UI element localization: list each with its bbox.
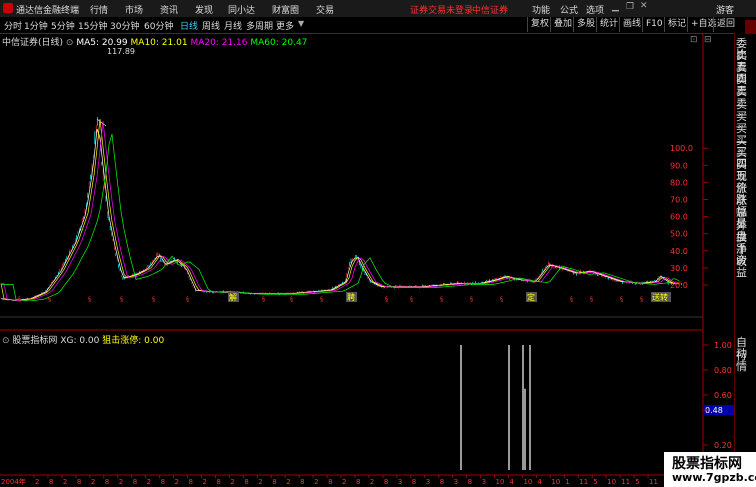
indicator-settings-icon[interactable]: ⊙ (2, 336, 10, 346)
xaxis-tick-label: 11 (649, 478, 658, 486)
xaxis-tick-label: 1 (565, 478, 569, 486)
event-label: 定 (527, 292, 535, 302)
xaxis-tick-label: 2 (314, 478, 318, 486)
indicator-tick-label: 1.00 (714, 341, 732, 350)
indicator-name[interactable]: 股票指标网 (12, 336, 57, 346)
event-label: 聘 (347, 292, 355, 302)
auto-quote-button[interactable]: 行情 (736, 350, 756, 372)
event-marker: § (640, 296, 643, 303)
xaxis-tick-label: 8 (49, 478, 53, 486)
xaxis-tick-label: 3 (454, 478, 458, 486)
xaxis-tick-label: 2 (175, 478, 179, 486)
ma5-line (0, 128, 679, 301)
price-tick-label: 70.0 (670, 196, 688, 205)
watermark: 股票指标网 www.7gpzb.com (664, 452, 756, 487)
xaxis-tick-label: 8 (300, 478, 304, 486)
event-marker: § (570, 296, 573, 303)
xaxis-tick-label: 2 (370, 478, 374, 486)
peak-pointer (96, 118, 107, 127)
event-marker: § (152, 296, 155, 303)
xaxis-tick-label: 2 (147, 478, 151, 486)
xaxis-tick-label: 2 (230, 478, 234, 486)
watermark-title: 股票指标网 (672, 456, 742, 472)
xaxis-tick-label: 8 (272, 478, 276, 486)
event-marker: § (186, 296, 189, 303)
xaxis-tick-label: 8 (161, 478, 165, 486)
xaxis-tick-label: 2 (286, 478, 290, 486)
xaxis-start-label: 2004年 (1, 477, 26, 486)
xaxis-tick-label: 2 (119, 478, 123, 486)
xaxis-tick-label: 11 (579, 478, 588, 486)
xaxis-tick-label: 8 (244, 478, 248, 486)
price-tick-label: 90.0 (670, 161, 688, 170)
event-marker: § (500, 296, 503, 303)
indicator-tick-label: 0.20 (714, 441, 732, 450)
indicator-tick-label: 0.80 (714, 366, 732, 375)
event-marker: § (18, 296, 21, 303)
indicator-tick-label: 0.60 (714, 391, 732, 400)
peak-price-label: 117.89 (107, 47, 135, 56)
price-tick-label: 50.0 (670, 230, 688, 239)
price-tick-label: 60.0 (670, 213, 688, 222)
indicator-zj: 狙击涨停: 0.00 (102, 336, 165, 346)
ma60-line (1, 134, 680, 302)
xaxis-tick-label: 8 (105, 478, 109, 486)
xaxis-tick-label: 8 (384, 478, 388, 486)
price-tick-label: 40.0 (670, 247, 688, 256)
event-marker: § (262, 296, 265, 303)
event-marker: § (620, 296, 623, 303)
xaxis-tick-label: 3 (426, 478, 430, 486)
xaxis-tick-label: 4 (509, 478, 514, 486)
xaxis-tick-label: 2 (91, 478, 95, 486)
event-marker: § (470, 296, 473, 303)
xaxis-tick-label: 8 (189, 478, 193, 486)
event-marker: § (290, 296, 293, 303)
xaxis-tick-label: 2 (35, 478, 39, 486)
xaxis-tick-label: 5 (635, 478, 639, 486)
xaxis-tick-label: 10 (607, 478, 616, 486)
event-marker: § (590, 296, 593, 303)
event-label: 解 (229, 292, 237, 302)
event-marker: § (88, 296, 91, 303)
event-label: 送转 (652, 292, 668, 302)
xaxis-tick-label: 10 (551, 478, 560, 486)
xaxis-tick-label: 8 (216, 478, 220, 486)
indicator-xg: XG: 0.00 (60, 336, 100, 346)
event-marker: § (385, 296, 388, 303)
event-marker: § (120, 296, 123, 303)
xaxis-tick-label: 8 (133, 478, 137, 486)
xaxis-tick-label: 5 (593, 478, 597, 486)
xaxis-tick-label: 3 (482, 478, 486, 486)
xaxis-tick-label: 8 (468, 478, 472, 486)
xaxis-tick-label: 8 (356, 478, 360, 486)
xaxis-tick-label: 4 (537, 478, 542, 486)
event-marker: § (320, 296, 323, 303)
side-panel-toggle[interactable] (745, 20, 756, 34)
xaxis-tick-label: 10 (523, 478, 532, 486)
xaxis-tick-label: 2 (342, 478, 346, 486)
xaxis-tick-label: 2 (63, 478, 67, 486)
quote-field-label: 收益 (736, 254, 747, 279)
xaxis-tick-label: 8 (440, 478, 444, 486)
xaxis-tick-label: 3 (398, 478, 402, 486)
xaxis-tick-label: 10 (496, 478, 505, 486)
xaxis-tick-label: 8 (77, 478, 81, 486)
event-marker: § (410, 296, 413, 303)
xaxis-tick-label: 2 (202, 478, 206, 486)
xaxis-tick-label: 11 (621, 478, 630, 486)
price-tick-label: 100.0 (670, 144, 693, 153)
price-tick-label: 80.0 (670, 178, 688, 187)
xaxis-tick-label: 2 (258, 478, 262, 486)
indicator-title: ⊙ 股票指标网 XG: 0.00 狙击涨停: 0.00 (2, 333, 164, 346)
xaxis-tick-label: 8 (412, 478, 416, 486)
event-marker: § (440, 296, 443, 303)
xaxis-tick-label: 8 (328, 478, 332, 486)
event-marker: § (48, 296, 51, 303)
kline-chart[interactable]: 100.090.080.070.060.050.040.030.020.0 § §… (0, 0, 734, 487)
ma20-line (1, 121, 679, 301)
watermark-url: www.7gpzb.com (672, 471, 756, 484)
price-tick-label: 30.0 (670, 264, 688, 273)
